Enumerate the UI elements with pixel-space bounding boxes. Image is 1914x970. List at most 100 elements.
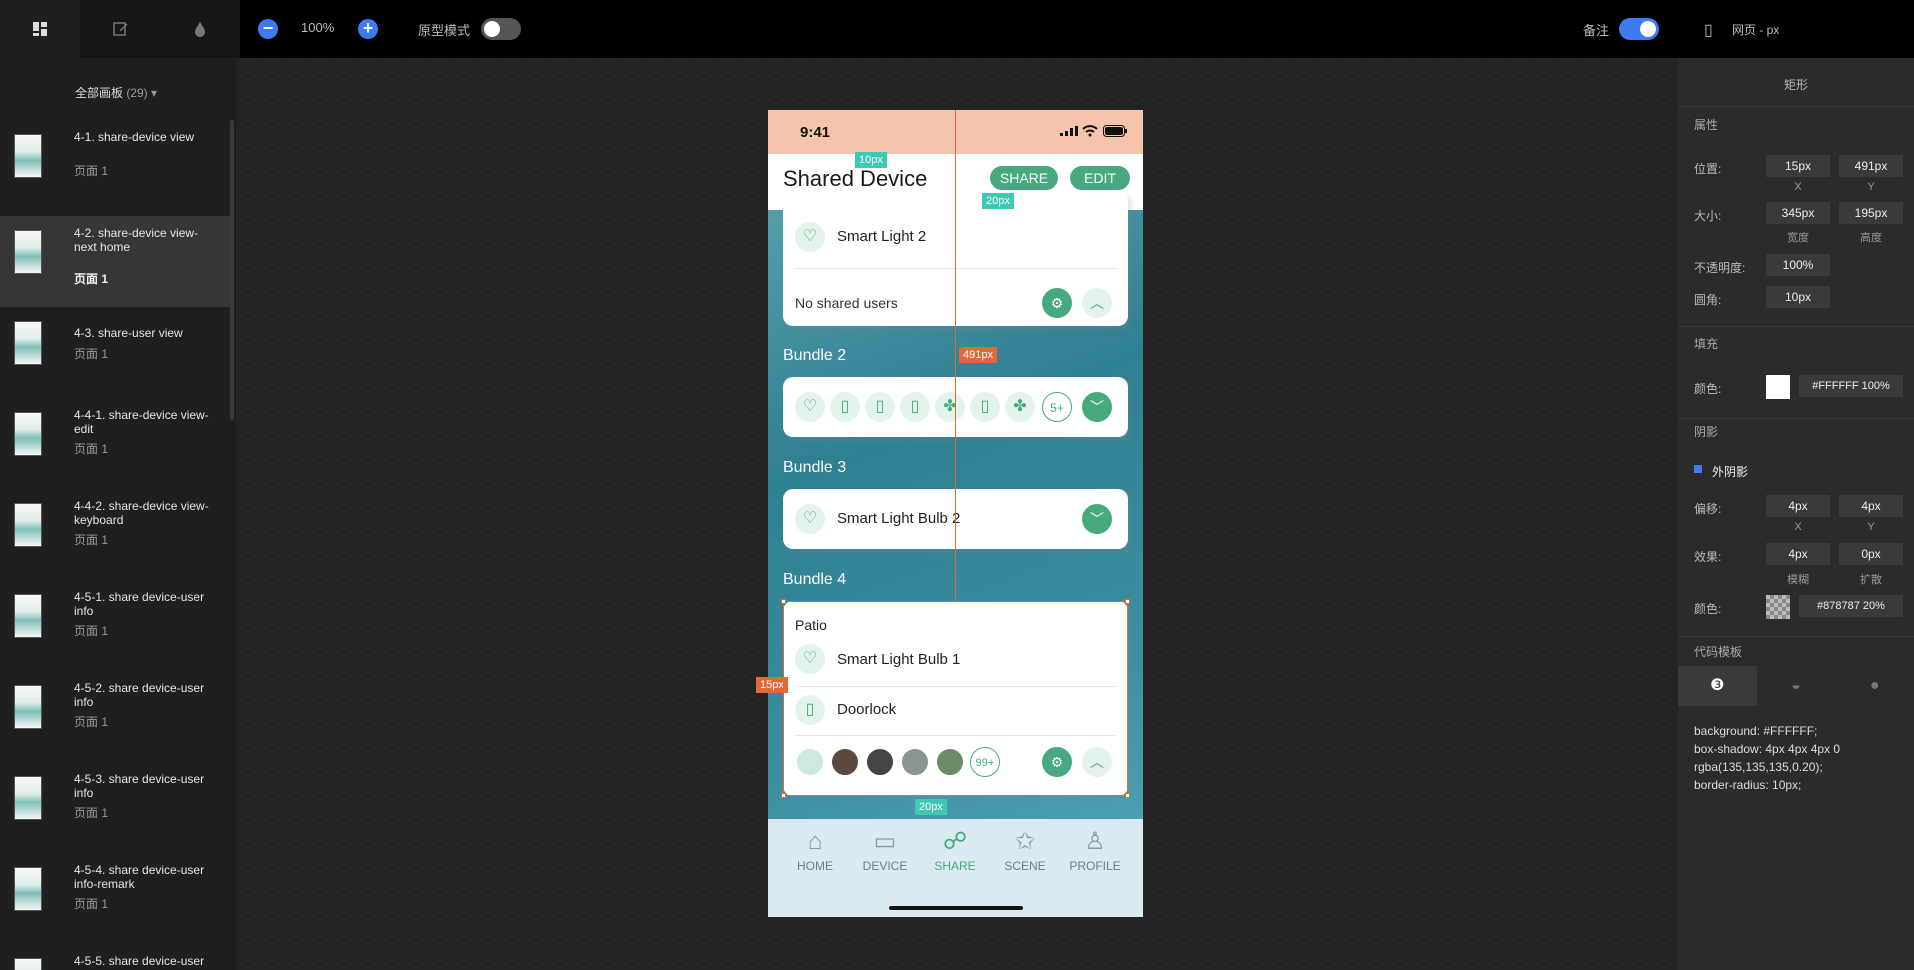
offset-y-field[interactable]: 4px bbox=[1839, 495, 1903, 517]
lightbulb-icon: ♡ bbox=[795, 392, 825, 422]
artboard-item[interactable]: 4-4-1. share-device view-edit 页面 1 bbox=[0, 398, 232, 489]
offset-x-field[interactable]: 4px bbox=[1766, 495, 1830, 517]
fan-icon: ✤ bbox=[1005, 392, 1035, 422]
tab-label: SHARE bbox=[934, 859, 976, 873]
artboard-thumbnail bbox=[14, 685, 42, 729]
resize-handle[interactable] bbox=[781, 599, 786, 604]
artboard-thumbnail bbox=[14, 958, 42, 970]
artboard-item[interactable]: 4-5-1. share device-user info 页面 1 bbox=[0, 580, 232, 671]
offset-y-caption: Y bbox=[1867, 521, 1875, 533]
artboard-item[interactable]: 4-5-2. share device-user info 页面 1 bbox=[0, 671, 232, 762]
artboard-item[interactable]: 4-4-2. share-device view-keyboard 页面 1 bbox=[0, 489, 232, 580]
share-button[interactable]: SHARE bbox=[990, 166, 1058, 190]
effect-label: 效果: bbox=[1694, 550, 1722, 564]
prototype-mode-toggle[interactable] bbox=[481, 18, 521, 40]
height-field[interactable]: 195px bbox=[1839, 202, 1903, 224]
tab-android[interactable]: ◒ bbox=[1757, 666, 1836, 706]
expand-button[interactable]: ﹀ bbox=[1082, 392, 1112, 422]
artboard-title: 4-5-1. share device-user info bbox=[74, 590, 205, 618]
share-icon: ☍ bbox=[942, 828, 968, 855]
artboard-item[interactable]: 4-1. share-device view 页面 1 bbox=[0, 120, 232, 211]
color-button[interactable] bbox=[160, 0, 240, 58]
resize-handle[interactable] bbox=[1125, 599, 1130, 604]
fill-color-swatch[interactable] bbox=[1766, 375, 1790, 399]
tab-label: DEVICE bbox=[862, 859, 908, 873]
resize-handle[interactable] bbox=[781, 793, 786, 798]
user-icon: ♙ bbox=[1084, 828, 1106, 855]
zoom-out-button[interactable]: − bbox=[258, 19, 278, 39]
tab-profile[interactable]: ♙ PROFILE bbox=[1060, 825, 1130, 873]
y-field[interactable]: 491px bbox=[1839, 155, 1903, 177]
resize-handle[interactable] bbox=[1125, 793, 1130, 798]
signal-icon bbox=[1060, 126, 1078, 136]
code-line: background: #FFFFFF; bbox=[1694, 724, 1818, 738]
artboard-filter[interactable]: 全部画板 (29) ▾ bbox=[0, 84, 232, 101]
artboard-item[interactable]: 4-2. share-device view-next home 页面 1 bbox=[0, 216, 232, 307]
device-preset[interactable]: 网页 - px bbox=[1732, 21, 1779, 38]
more-devices-badge[interactable]: 5+ bbox=[1042, 392, 1072, 422]
measure-top-gap: 10px bbox=[855, 152, 887, 168]
artboard-thumbnail bbox=[14, 503, 42, 547]
code-snippet[interactable]: background: #FFFFFF; box-shadow: 4px 4px… bbox=[1694, 722, 1904, 794]
zoom-level: 100% bbox=[301, 20, 335, 35]
props-title: 属性 bbox=[1694, 118, 1719, 132]
zoom-in-button[interactable]: + bbox=[358, 19, 378, 39]
bundle-title: Bundle 4 bbox=[783, 571, 847, 588]
bundle-title: Bundle 3 bbox=[783, 459, 847, 476]
annotate-button[interactable] bbox=[80, 0, 160, 58]
outer-shadow-label: 外阴影 bbox=[1712, 465, 1749, 479]
device-name: Smart Light 2 bbox=[837, 228, 927, 245]
artboard-item[interactable]: 4-5-4. share device-user info-remark 页面 … bbox=[0, 853, 232, 944]
collapse-button[interactable]: ︿ bbox=[1082, 288, 1112, 318]
settings-button[interactable]: ⚙ bbox=[1042, 288, 1072, 318]
artboard-title: 4-3. share-user view bbox=[74, 326, 183, 340]
opacity-field[interactable]: 100% bbox=[1766, 254, 1830, 276]
divider bbox=[1678, 326, 1914, 327]
selection-outline bbox=[783, 601, 1128, 796]
phone-icon: ▯ bbox=[1704, 22, 1713, 39]
artboard-thumbnail bbox=[14, 412, 42, 456]
blur-field[interactable]: 4px bbox=[1766, 543, 1830, 565]
sidebar-scrollbar[interactable] bbox=[230, 120, 234, 420]
fill-color-value[interactable]: #FFFFFF 100% bbox=[1799, 375, 1903, 397]
plug-icon: ▯ bbox=[830, 392, 860, 422]
width-field[interactable]: 345px bbox=[1766, 202, 1830, 224]
artboard-item[interactable]: 4-5-5. share device-user info-remark bbox=[0, 944, 232, 970]
tab-device[interactable]: ▭ DEVICE bbox=[850, 825, 920, 873]
boards-view-button[interactable] bbox=[0, 0, 80, 58]
artboard-thumbnail bbox=[14, 230, 42, 274]
tab-ios[interactable]: ● bbox=[1835, 666, 1914, 706]
edit-button[interactable]: EDIT bbox=[1070, 166, 1130, 190]
edit-icon bbox=[113, 22, 128, 36]
shadow-color-value[interactable]: #878787 20% bbox=[1799, 595, 1903, 617]
radius-field[interactable]: 10px bbox=[1766, 286, 1830, 308]
artboard-thumbnail bbox=[14, 321, 42, 365]
tab-label: SCENE bbox=[1004, 859, 1046, 873]
opacity-label: 不透明度: bbox=[1694, 261, 1746, 275]
blur-caption: 模糊 bbox=[1787, 574, 1809, 586]
shadow-enabled-checkbox[interactable] bbox=[1694, 465, 1702, 473]
filter-label: 全部画板 bbox=[74, 86, 123, 100]
artboard-sidebar: 全部画板 (29) ▾ 4-1. share-device view 页面 1 … bbox=[0, 58, 234, 970]
code-line: box-shadow: 4px 4px 4px 0 bbox=[1694, 742, 1841, 756]
prototype-mode-label: 原型模式 bbox=[418, 23, 471, 38]
shadow-color-swatch[interactable] bbox=[1766, 595, 1790, 619]
artboard-title: 4-5-3. share device-user info bbox=[74, 772, 205, 800]
tab-css[interactable]: ❸ bbox=[1678, 666, 1757, 706]
x-field[interactable]: 15px bbox=[1766, 155, 1830, 177]
chevron-down-icon: ﹀ bbox=[1090, 399, 1104, 415]
notes-toggle[interactable] bbox=[1619, 18, 1659, 40]
artboard-item[interactable]: 4-5-3. share device-user info 页面 1 bbox=[0, 762, 232, 853]
star-icon: ✩ bbox=[1014, 828, 1036, 855]
code-title: 代码模板 bbox=[1694, 645, 1743, 659]
tab-share[interactable]: ☍ SHARE bbox=[920, 825, 990, 873]
expand-button[interactable]: ﹀ bbox=[1082, 504, 1112, 534]
artboard-page: 页面 1 bbox=[74, 164, 109, 178]
tab-scene[interactable]: ✩ SCENE bbox=[990, 825, 1060, 873]
tab-home[interactable]: ⌂ HOME bbox=[780, 825, 850, 873]
artboard-item[interactable]: 4-3. share-user view 页面 1 bbox=[0, 307, 232, 398]
spread-field[interactable]: 0px bbox=[1839, 543, 1903, 565]
grid-icon bbox=[33, 22, 47, 36]
artboard-page: 页面 1 bbox=[74, 347, 109, 361]
artboard-page: 页面 1 bbox=[74, 624, 109, 638]
